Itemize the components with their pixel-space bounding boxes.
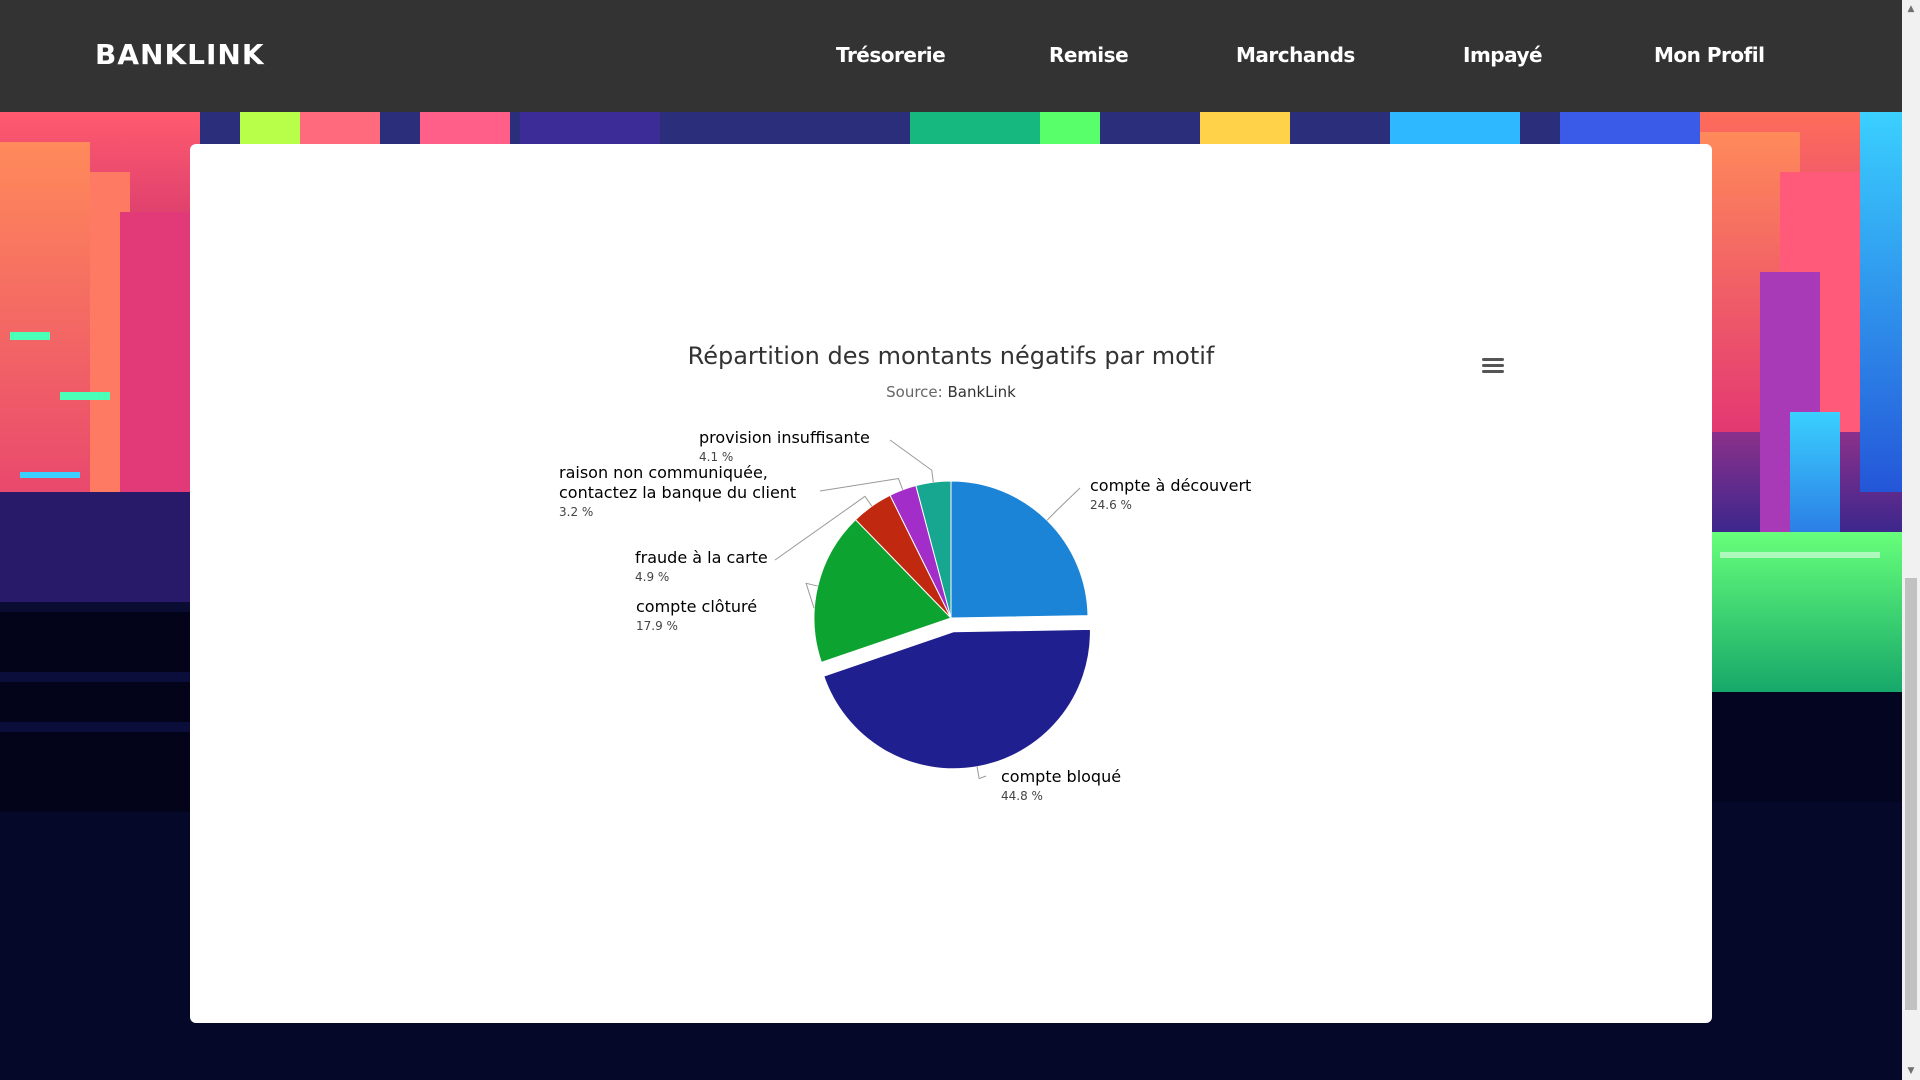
scrollbar-thumb[interactable] — [1905, 578, 1917, 1010]
scroll-down-icon[interactable]: ▼ — [1906, 1066, 1916, 1076]
pie-connector-1 — [976, 766, 987, 780]
app-logo[interactable]: BANKLINK — [95, 38, 265, 71]
nav-item-marchands[interactable]: Marchands — [1236, 43, 1355, 67]
pie-percent-1: 44.8 % — [1001, 789, 1043, 803]
scroll-up-icon[interactable]: ▲ — [1906, 4, 1916, 14]
pie-label-0: compte à découvert — [1090, 476, 1251, 495]
pie-percent-0: 24.6 % — [1090, 498, 1132, 512]
nav-item-remise[interactable]: Remise — [1049, 43, 1129, 67]
chart-card: Répartition des montants négatifs par mo… — [190, 144, 1712, 1023]
pie-percent-4: 3.2 % — [559, 505, 593, 519]
pie-label-5: provision insuffisante — [699, 428, 870, 447]
nav-item-tresorerie[interactable]: Trésorerie — [836, 43, 946, 67]
pie-connector-4 — [819, 477, 904, 492]
pie-chart: compte à découvert 24.6 % compte bloqué 44.… — [559, 428, 1251, 803]
pie-percent-5: 4.1 % — [699, 450, 733, 464]
pie-slice-0[interactable] — [950, 480, 1089, 619]
pie-slice-1[interactable] — [823, 628, 1091, 770]
top-navbar: BANKLINK Trésorerie Remise Marchands Imp… — [0, 0, 1902, 112]
pie-label-4: raison non communiquée, contactez la banq… — [559, 463, 796, 502]
pie-label-1: compte bloqué — [1001, 767, 1121, 786]
nav-item-impaye[interactable]: Impayé — [1463, 43, 1543, 67]
pie-percent-2: 17.9 % — [636, 619, 678, 633]
pie-label-3: fraude à la carte — [635, 548, 768, 567]
pie-percent-3: 4.9 % — [635, 570, 669, 584]
pie-label-2: compte clôturé — [636, 597, 757, 616]
nav-item-mon-profil[interactable]: Mon Profil — [1654, 43, 1765, 67]
page-scrollbar[interactable]: ▲ ▼ — [1902, 0, 1920, 1080]
pie-connector-5 — [889, 439, 934, 483]
pie-connector-0 — [1046, 487, 1081, 521]
